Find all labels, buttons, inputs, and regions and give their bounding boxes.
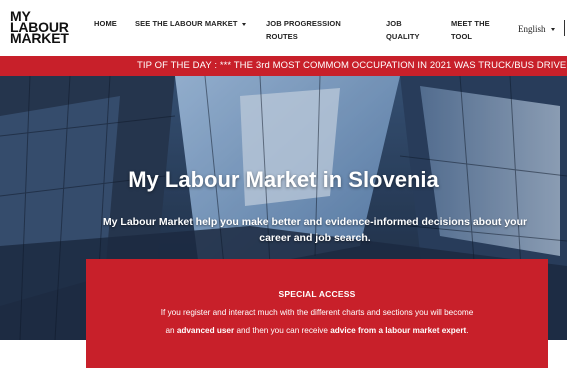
ticker-text: TIP OF THE DAY : *** THE 3rd MOST COMMOM… (137, 60, 567, 71)
nav-meet-the-tool[interactable]: MEET THE TOOL (451, 17, 490, 43)
nav-job-quality[interactable]: JOB QUALITY (386, 17, 420, 43)
nav-home[interactable]: HOME (94, 17, 117, 30)
nav-job-progression-line-2: ROUTES (266, 32, 298, 41)
language-select[interactable]: English (518, 24, 555, 34)
language-select-label: English (518, 24, 546, 34)
nav-see-labour-market[interactable]: SEE THE LABOUR MARKET (135, 17, 246, 30)
special-access-line-2-prefix: an (165, 326, 177, 335)
hero-subtitle: My Labour Market help you make better an… (102, 216, 528, 244)
special-access-card: SPECIAL ACCESS If you register and inter… (86, 259, 548, 368)
special-access-line-2-suffix: . (466, 326, 469, 335)
caret-down-icon (241, 22, 246, 26)
tip-of-the-day-ticker: TIP OF THE DAY : *** THE 3rd MOST COMMOM… (0, 56, 567, 76)
special-access-line-2-mid: and then you can receive (234, 326, 331, 335)
nav-job-progression-routes[interactable]: JOB PROGRESSION ROUTES (266, 17, 341, 43)
caret-down-icon (550, 28, 555, 32)
advanced-user-text: advanced user (176, 326, 235, 335)
nav-home-label: HOME (94, 19, 117, 28)
nav-see-labour-market-label: SEE THE LABOUR MARKET (135, 19, 238, 28)
header-divider (564, 20, 565, 36)
nav-job-quality-line-1: JOB (386, 19, 402, 28)
special-access-line-1: If you register and interact much with t… (160, 308, 474, 317)
nav-job-quality-line-2: QUALITY (386, 32, 420, 41)
hero-title: My Labour Market in Slovenia (128, 167, 439, 192)
special-access-line-2: an advanced user and then you can receiv… (86, 326, 548, 335)
site-header: MY LABOUR MARKET HOME SEE THE LABOUR MAR… (0, 0, 567, 56)
nav-job-progression-line-1: JOB PROGRESSION (266, 19, 341, 28)
nav-meet-the-tool-line-2: TOOL (451, 32, 473, 41)
special-access-title: SPECIAL ACCESS (278, 289, 356, 299)
nav-meet-the-tool-line-1: MEET THE (451, 19, 490, 28)
site-logo[interactable]: MY LABOUR MARKET (10, 9, 72, 46)
expert-advice-text: advice from a labour market expert (330, 326, 467, 335)
logo-line-3: MARKET (10, 30, 69, 46)
